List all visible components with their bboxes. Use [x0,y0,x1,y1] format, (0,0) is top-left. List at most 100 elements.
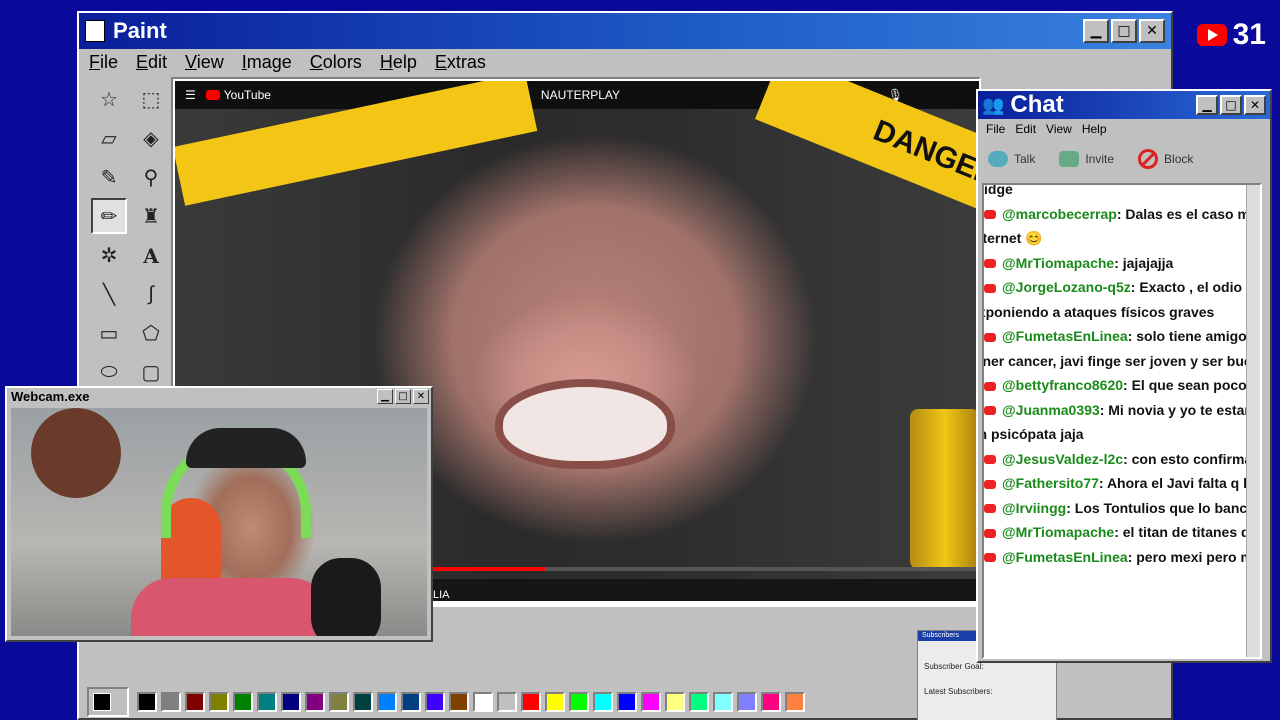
close-button[interactable]: ✕ [1139,19,1165,43]
maximize-button[interactable]: □ [1111,19,1137,43]
chat-menu-help[interactable]: Help [1082,122,1107,136]
chat-username[interactable]: @FumetasEnLinea [1002,549,1128,565]
palette-swatch[interactable] [761,692,781,712]
hamburger-menu-icon[interactable]: ☰ [185,88,196,102]
pencil-icon[interactable]: ✏ [91,198,127,235]
talk-button[interactable]: Talk [988,151,1035,167]
polygon-icon[interactable]: ⬠ [133,316,169,352]
chat-message: @MrTiomapache: el titan de titanes diagn… [984,520,1260,545]
palette-swatch[interactable] [401,692,421,712]
palette-swatch[interactable] [473,692,493,712]
chat-text-continued: internet 😊 [982,230,1043,246]
chat-username[interactable]: @MrTiomapache [1002,255,1114,271]
palette-swatch[interactable] [425,692,445,712]
paint-titlebar[interactable]: Paint ▁ □ ✕ [79,13,1171,49]
palette-swatch[interactable] [377,692,397,712]
palette-swatch[interactable] [785,692,805,712]
brush-icon[interactable]: ♜ [133,198,169,234]
webcam-close-button[interactable]: ✕ [413,388,429,404]
block-button[interactable]: Block [1138,149,1193,169]
palette-swatch[interactable] [737,692,757,712]
youtube-count: 31 [1232,18,1266,51]
palette-swatch[interactable] [521,692,541,712]
palette-swatch[interactable] [593,692,613,712]
color-picker-icon[interactable]: ✎ [91,159,127,195]
palette-swatch[interactable] [713,692,733,712]
magnifier-icon[interactable]: ⚲ [133,159,169,195]
palette-swatch[interactable] [449,692,469,712]
chat-menu-view[interactable]: View [1046,122,1072,136]
free-select-icon[interactable]: ☆ [91,81,127,117]
menu-help[interactable]: Help [380,52,417,73]
fill-icon[interactable]: ◈ [133,120,169,156]
chat-text-continued: un psicópata jaja [984,426,1084,442]
line-icon[interactable]: ╲ [91,277,127,313]
invite-button[interactable]: Invite [1059,151,1114,167]
chat-menu-file[interactable]: File [986,122,1005,136]
chat-username[interactable]: @bettyfranco8620 [1002,377,1123,393]
menu-extras[interactable]: Extras [435,52,486,73]
palette-swatch[interactable] [161,692,181,712]
minimize-button[interactable]: ▁ [1083,19,1109,43]
palette-swatch[interactable] [353,692,373,712]
curve-icon[interactable]: ∫ [133,277,169,313]
video-face [495,379,675,469]
palette-swatch[interactable] [233,692,253,712]
chat-username[interactable]: @MrTiomapache [1002,524,1114,540]
chat-username[interactable]: @FumetasEnLinea [1002,328,1128,344]
palette-swatch[interactable] [665,692,685,712]
rect-select-icon[interactable]: ⬚ [133,81,169,117]
palette-swatch[interactable] [569,692,589,712]
rectangle-icon[interactable]: ▭ [91,316,127,352]
chat-text: : Los Tontulios que lo bancaban y a [1066,499,1260,516]
palette-swatch[interactable] [281,692,301,712]
chat-message: @MrTiomapache: jajajajja [984,251,1260,276]
chat-message: bridge [984,185,1260,202]
webcam-feed [11,408,427,636]
youtube-badge-icon [984,553,996,563]
chat-log[interactable]: bridge @marcobecerrap: Dalas es el caso m… [982,183,1262,659]
palette-swatch[interactable] [329,692,349,712]
palette-swatch[interactable] [617,692,637,712]
youtube-badge-icon [984,210,996,220]
chat-close-button[interactable]: ✕ [1244,95,1266,115]
block-label: Block [1164,152,1194,166]
chat-scrollbar[interactable] [1246,185,1260,657]
palette-swatch[interactable] [257,692,277,712]
talk-label: Talk [1014,152,1036,166]
chat-minimize-button[interactable]: ▁ [1196,95,1218,115]
chat-username[interactable]: @JorgeLozano-q5z [1002,279,1131,295]
chat-username[interactable]: @JesusValdez-l2c [1002,451,1123,467]
palette-swatch[interactable] [137,692,157,712]
airbrush-icon[interactable]: ✲ [91,238,127,274]
chat-maximize-button[interactable]: □ [1220,95,1242,115]
palette-swatch[interactable] [497,692,517,712]
eraser-icon[interactable]: ▱ [91,120,127,156]
menu-file[interactable]: File [89,52,118,73]
chat-username[interactable]: @Irviingg [1002,500,1066,516]
menu-view[interactable]: View [185,52,224,73]
color-palette [137,692,805,712]
teddy-bear [31,408,121,498]
chat-titlebar[interactable]: 👥 Chat ▁ □ ✕ [978,91,1270,119]
palette-swatch[interactable] [545,692,565,712]
chat-username[interactable]: @marcobecerrap [1002,206,1117,222]
chat-username[interactable]: @Juanma0393 [1002,402,1100,418]
webcam-maximize-button[interactable]: □ [395,388,411,404]
palette-swatch[interactable] [209,692,229,712]
palette-swatch[interactable] [305,692,325,712]
webcam-minimize-button[interactable]: ▁ [377,388,393,404]
webcam-titlebar[interactable]: Webcam.exe ▁ □ ✕ [7,388,431,404]
palette-swatch[interactable] [641,692,661,712]
text-icon[interactable]: A [133,238,169,274]
menu-image[interactable]: Image [242,52,292,73]
chat-username[interactable]: @Fathersito77 [1002,475,1099,491]
palette-swatch[interactable] [689,692,709,712]
menu-edit[interactable]: Edit [136,52,167,73]
menu-colors[interactable]: Colors [310,52,362,73]
block-icon [1138,149,1159,169]
youtube-brand[interactable]: YouTube [205,88,271,102]
youtube-badge-icon [984,479,996,489]
palette-swatch[interactable] [185,692,205,712]
chat-menu-edit[interactable]: Edit [1015,122,1036,136]
